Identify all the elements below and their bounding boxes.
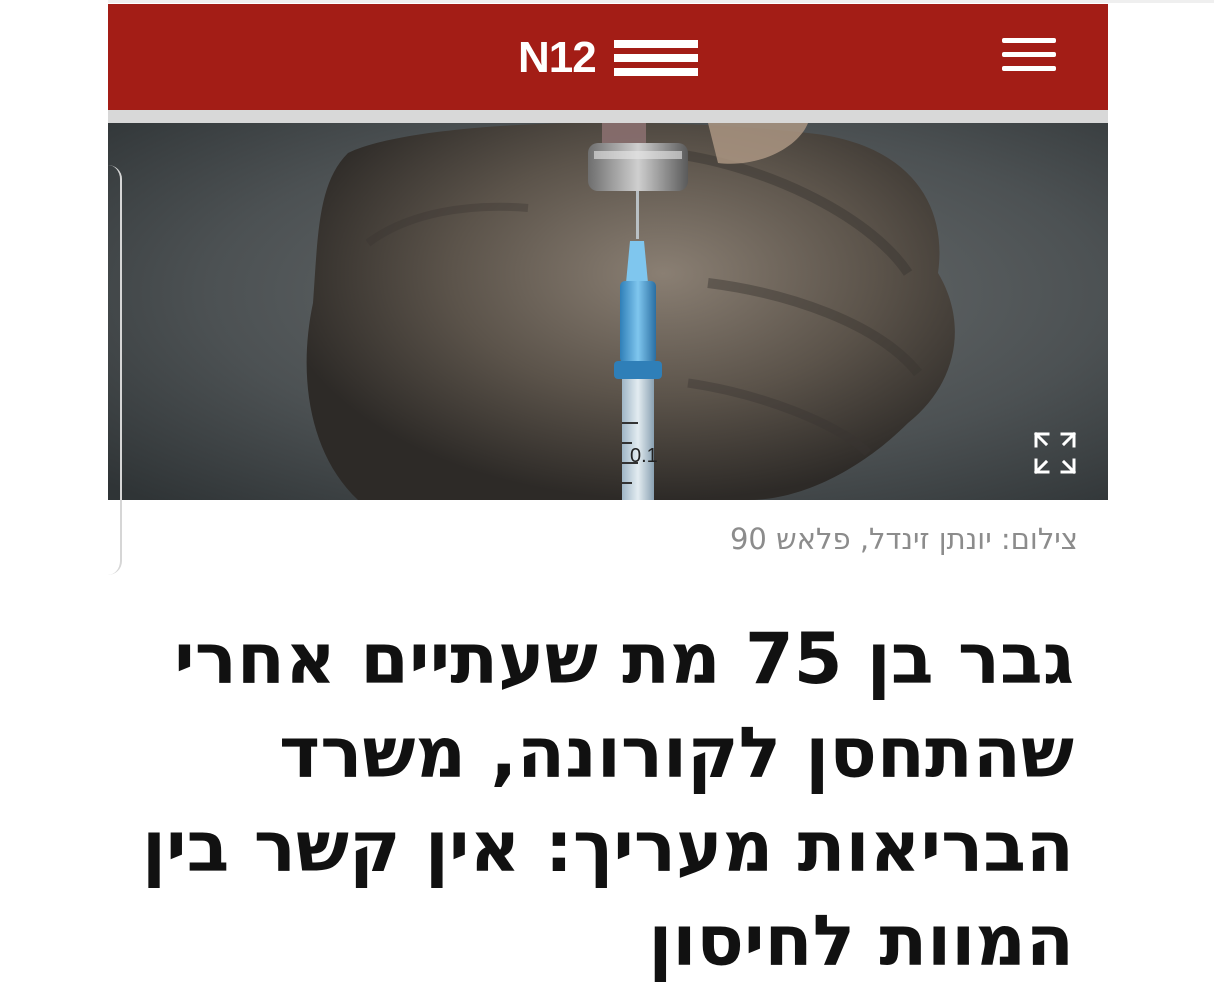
site-logo[interactable]: N12 [518,34,698,82]
site-header: N12 [108,4,1108,110]
hamburger-menu-icon[interactable] [1002,38,1056,78]
top-divider [0,0,1214,3]
expand-arrows-icon[interactable] [1032,430,1078,476]
logo-stripes-icon [614,40,698,76]
article-hero-image[interactable]: 0.1 [108,123,1108,500]
article-headline: גבר בן 75 מת שעתיים אחרי שהתחסן לקורונה,… [142,618,1074,982]
syringe-scale-label: 0.1 [630,445,658,467]
photo-credit: צילום: יונתן זינדל, פלאש 90 [729,522,1078,556]
left-gutter [0,0,108,996]
vaccine-syringe-photo [108,123,1108,500]
page: N12 0.1 צילום: יונתן זינדל, פלאש 90 גבר … [0,0,1214,996]
header-divider [108,110,1108,123]
side-drawer-handle[interactable] [108,165,122,575]
logo-text: N12 [518,33,597,82]
